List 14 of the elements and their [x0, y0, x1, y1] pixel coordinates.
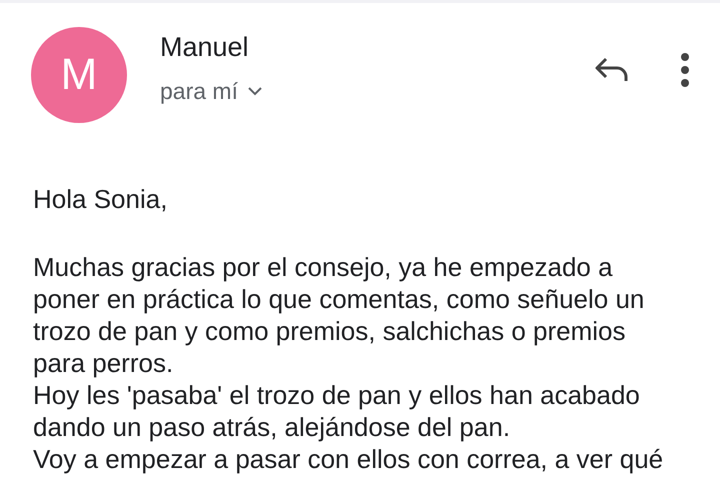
body-text-line: Voy a empezar a pasar con ellos con correa, a ver qué: [33, 443, 664, 475]
body-text-line: Hoy les 'pasaba' el trozo de pan y ellos han acabado: [33, 379, 640, 411]
more-options-icon[interactable]: [680, 53, 690, 87]
body-text-line: dando un paso atrás, alejándose del pan.: [33, 411, 510, 443]
reply-icon[interactable]: [594, 57, 630, 83]
body-text-line: poner en práctica lo que comentas, como señuelo un: [33, 283, 644, 315]
body-text-line: para perros.: [33, 347, 174, 379]
body-text-line: trozo de pan y como premios, salchichas o premios: [33, 315, 626, 347]
chevron-down-icon: [248, 86, 262, 96]
sender-name: Manuel: [160, 31, 250, 63]
recipient-dropdown[interactable]: para mí: [160, 77, 262, 105]
body-text-line: Hola Sonia,: [33, 183, 168, 215]
body-text-line: Muchas gracias por el consejo, ya he empezado a: [33, 251, 613, 283]
avatar: M: [31, 27, 127, 123]
